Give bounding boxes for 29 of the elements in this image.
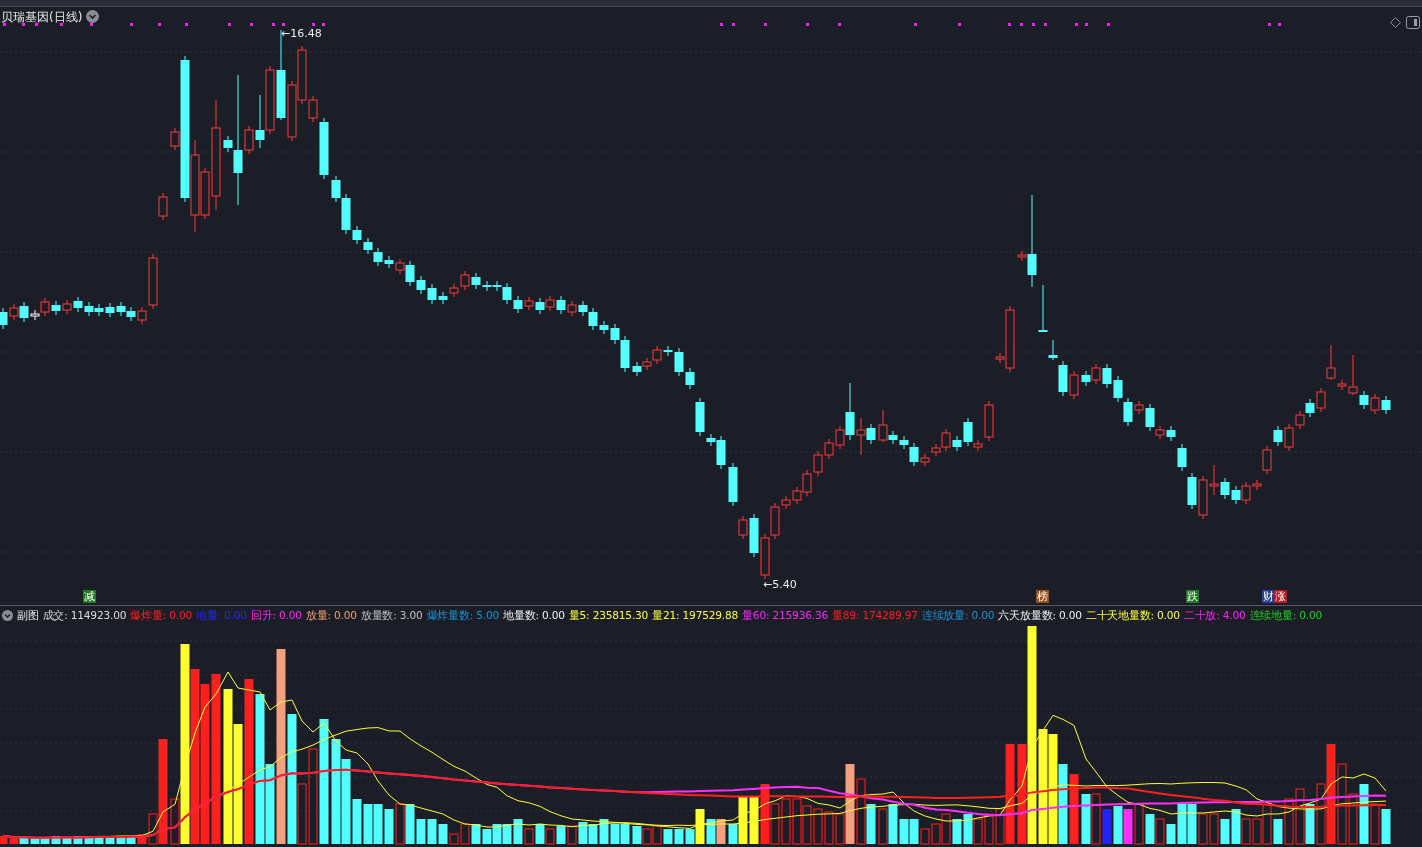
legend-item: 量21: 197529.88 [652,608,739,623]
signal-tag: 榜 [1036,590,1049,603]
signal-tag: 减 [83,590,96,603]
price-label: ←5.40 [763,578,797,591]
price-label: ←16.48 [281,27,322,40]
legend-item: 六天放量数: 0.00 [998,608,1082,623]
signal-tag: 涨 [1274,590,1287,603]
legend-item: 二十放: 4.00 [1183,608,1246,623]
legend-item: 爆炸量数: 5.00 [426,608,500,623]
panel-toggle-icon[interactable] [1406,16,1420,29]
legend-item: 量60: 215936.36 [742,608,828,623]
legend-item: 连续放量: 0.00 [921,608,995,623]
legend-item: 量89: 174289.97 [831,608,918,623]
chart-title: 贝瑞基因(日线) [1,9,83,26]
legend-item: 二十天地量数: 0.00 [1085,608,1180,623]
legend-item: 爆炸量: 0.00 [130,608,192,623]
signal-tag: 跌 [1186,590,1199,603]
diamond-icon[interactable] [1390,17,1401,28]
chevron-down-icon[interactable] [86,10,99,23]
legend-item: 地量: 0.00 [195,608,247,623]
legend-item: 回升: 0.00 [250,608,302,623]
chevron-down-icon[interactable] [2,610,13,621]
legend-item: 连续地量: 0.00 [1249,608,1323,623]
legend-item: 放量数: 3.00 [360,608,423,623]
legend-item: 放量: 0.00 [305,608,357,623]
subchart-name: 副图 [17,608,39,623]
legend-item: 地量数: 0.00 [503,608,565,623]
legend-item: 成交: 114923.00 [42,608,127,623]
legend-item: 量5: 235815.30 [568,608,649,623]
